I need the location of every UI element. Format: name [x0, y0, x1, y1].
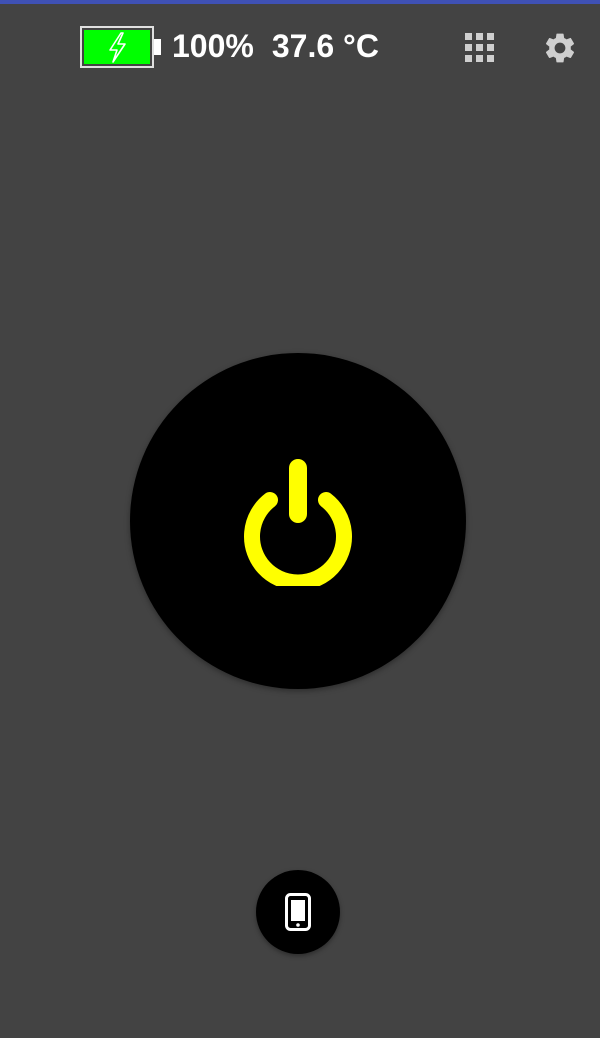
settings-button[interactable] — [538, 26, 582, 70]
battery-charging-icon — [80, 26, 162, 68]
apps-grid-button[interactable] — [460, 28, 500, 68]
smartphone-icon — [285, 893, 311, 931]
gear-icon — [545, 33, 575, 63]
device-temperature: 37.6 °C — [271, 28, 379, 64]
battery-percent: 100% — [172, 28, 254, 64]
battery-status-text: 100% 37.6 °C — [172, 26, 379, 66]
screen-light-button[interactable] — [256, 870, 340, 954]
power-toggle-button[interactable] — [130, 353, 466, 689]
power-icon — [244, 459, 352, 586]
grid-icon — [465, 33, 494, 62]
status-bar: 100% 37.6 °C — [0, 4, 600, 84]
